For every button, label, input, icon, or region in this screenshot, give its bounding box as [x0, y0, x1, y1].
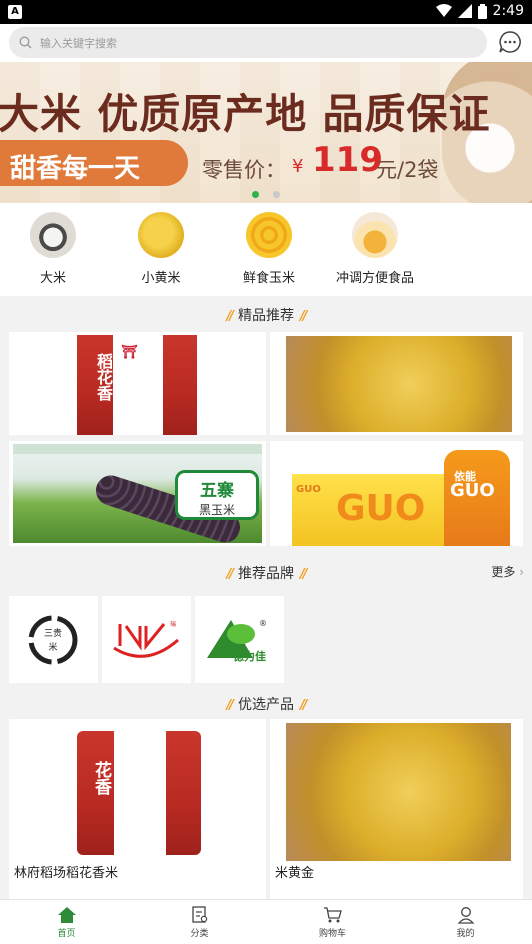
price-value: 119 — [312, 140, 383, 180]
status-bar: A 2:49 — [0, 0, 532, 24]
price-unit: 元/2袋 — [376, 158, 439, 182]
rice-bowl-icon — [30, 212, 76, 258]
product-name: 米黄金 — [275, 866, 315, 881]
tab-label: 我的 — [456, 929, 475, 939]
rice-bag-image: 林府稻場 稻花香 ⛩ — [77, 335, 197, 435]
user-icon — [457, 907, 474, 924]
title-slash-right: // — [300, 309, 307, 324]
product-image: 林府稻場 稻花香 — [77, 731, 201, 855]
search-placeholder: 输入关键字搜索 — [40, 36, 117, 50]
tab-home[interactable]: 首页 — [0, 906, 133, 939]
svg-text:德力佳: 德力佳 — [232, 649, 266, 663]
banner-slogan-pill: ❀ 甜香每一天 — [0, 140, 188, 186]
category-item-instant-food[interactable]: 冲调方便食品 — [320, 212, 430, 286]
category-label: 小黄米 — [141, 271, 181, 286]
featured-section-header: // 精品推荐 // — [0, 305, 532, 325]
promo-banner[interactable]: 大米 优质原产地 品质保证 ❀ 甜香每一天 零售价： ¥ 119 元/2袋 — [0, 62, 532, 203]
wifi-icon — [435, 4, 452, 17]
pagination-dot[interactable] — [273, 191, 280, 198]
title-slash-left: // — [226, 309, 234, 324]
more-label: 更多 — [491, 565, 516, 579]
category-label: 冲调方便食品 — [335, 271, 414, 286]
tab-label: 购物车 — [318, 929, 346, 939]
brands-more-link[interactable]: 更多 › — [491, 563, 524, 580]
price-label: 零售价： — [202, 158, 286, 182]
product-card[interactable]: 米黄金 — [270, 719, 523, 899]
svg-text:米: 米 — [48, 641, 57, 653]
seal-logo: 三贵 米 — [28, 615, 78, 665]
selected-section-header: // 优选产品 // — [0, 694, 532, 714]
chat-bubble-icon[interactable] — [498, 30, 522, 54]
product-card[interactable]: 林府稻場 稻花香 林府稻场稻花香米 — [9, 719, 266, 899]
tab-label: 分类 — [190, 929, 209, 939]
tab-cart[interactable]: 购物车 — [266, 906, 399, 939]
tab-label: 首页 — [57, 929, 76, 939]
brand-item-leaf[interactable]: ® 德力佳 — [195, 596, 284, 683]
svg-text:三贵: 三贵 — [44, 627, 62, 639]
category-label: 大米 — [39, 271, 66, 286]
black-corn-image: 五寨 黑玉米 — [13, 444, 262, 546]
product-name: 林府稻场稻花香米 — [14, 866, 119, 881]
brands-title: 推荐品牌 — [238, 566, 294, 582]
title-slash-right: // — [300, 567, 307, 582]
category-row: 大米 小黄米 鲜食玉米 冲调方便食品 — [0, 203, 532, 296]
brands-section-header: // 推荐品牌 // — [0, 563, 532, 583]
featured-title: 精品推荐 — [238, 308, 294, 324]
search-input[interactable]: 输入关键字搜索 — [9, 27, 487, 58]
bottom-tab-bar: 首页 分类 购物车 我的 — [0, 899, 532, 944]
top-bar: 输入关键字搜索 — [0, 24, 532, 62]
category-item-corn[interactable]: 鲜食玉米 — [214, 212, 324, 286]
app-notification-icon: A — [8, 5, 22, 19]
featured-item-rice-bag[interactable]: 林府稻場 稻花香 ⛩ — [9, 332, 266, 435]
millet-in-hand-image — [286, 336, 512, 432]
red-wave-logo: 瑞 — [113, 620, 179, 658]
category-item-rice[interactable]: 大米 — [0, 212, 108, 286]
featured-item-millet[interactable] — [270, 332, 523, 435]
corn-brand-badge: 五寨 黑玉米 — [175, 470, 259, 520]
status-icons: 2:49 — [435, 3, 524, 19]
featured-item-black-corn[interactable]: 五寨 黑玉米 — [9, 441, 266, 546]
title-slash-left: // — [226, 567, 234, 582]
svg-text:®: ® — [259, 619, 267, 628]
guo-juice-image: GUO GUO 依能 GUO — [274, 444, 519, 546]
tab-category[interactable]: 分类 — [133, 906, 266, 939]
millet-icon — [138, 212, 184, 258]
leaf-logo: ® 德力佳 — [207, 619, 267, 663]
pagination-dot-active[interactable] — [252, 191, 259, 198]
svg-text:瑞: 瑞 — [170, 620, 176, 628]
title-slash-left: // — [226, 698, 234, 713]
featured-item-guo-juice[interactable]: GUO GUO 依能 GUO — [270, 441, 523, 546]
chevron-right-icon: › — [519, 565, 524, 579]
corn-icon — [246, 212, 292, 258]
banner-pagination — [0, 191, 532, 198]
category-list-icon — [191, 906, 207, 923]
juice-bottle-image: 依能 GUO — [444, 450, 510, 546]
product-image — [286, 723, 511, 861]
tab-profile[interactable]: 我的 — [399, 906, 532, 939]
category-item-millet[interactable]: 小黄米 — [106, 212, 216, 286]
cart-icon — [323, 907, 342, 923]
price-currency: ¥ — [292, 156, 304, 177]
title-slash-right: // — [300, 698, 307, 713]
banner-slogan: 甜香每一天 — [10, 154, 141, 184]
rice-bag-text: 林府稻場 稻花香 — [94, 353, 137, 417]
clock: 2:49 — [492, 3, 524, 19]
brand-item-red-wave[interactable]: 瑞 — [102, 596, 191, 683]
drink-cup-icon — [352, 212, 398, 258]
search-icon — [19, 36, 32, 49]
category-label: 鲜食玉米 — [242, 271, 295, 286]
juice-box-text: GUO — [296, 484, 321, 495]
selected-title: 优选产品 — [238, 697, 294, 713]
banner-headline: 大米 优质原产地 品质保证 — [0, 90, 491, 138]
brand-item-seal[interactable]: 三贵 米 — [9, 596, 98, 683]
guo-logo-text: GUO — [336, 488, 426, 529]
battery-icon — [477, 3, 487, 19]
signal-icon — [457, 4, 472, 18]
home-icon — [57, 907, 76, 923]
